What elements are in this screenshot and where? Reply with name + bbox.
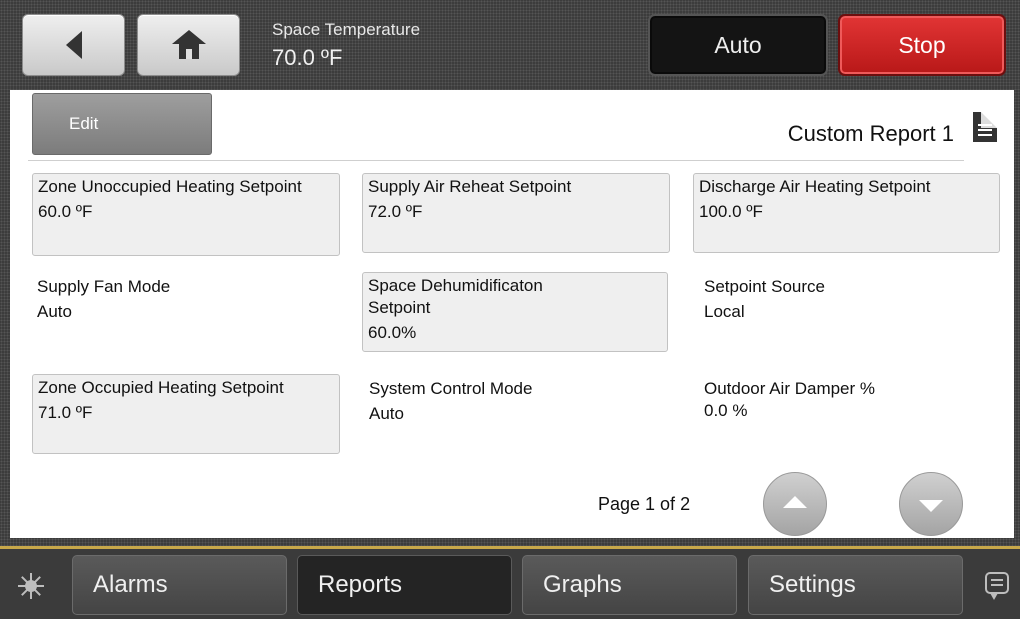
chevron-up-icon xyxy=(783,496,807,508)
edit-button[interactable]: Edit xyxy=(32,93,212,155)
cell-value: Auto xyxy=(369,404,404,423)
stop-button[interactable]: Stop xyxy=(838,14,1006,76)
back-button[interactable] xyxy=(22,14,125,76)
document-icon[interactable] xyxy=(973,112,997,142)
cell-label: System Control Mode xyxy=(369,379,533,398)
page-indicator: Page 1 of 2 xyxy=(598,494,691,514)
back-arrow-icon xyxy=(65,31,82,59)
report-cell-zone-unoccupied-heating-setpoint[interactable]: Zone Unoccupied Heating Setpoint 60.0 ºF xyxy=(32,173,340,256)
mode-button[interactable]: Auto xyxy=(648,14,828,76)
cell-value: 71.0 ºF xyxy=(38,403,93,422)
home-icon xyxy=(171,30,206,60)
report-cell-supply-fan-mode[interactable]: Supply Fan Mode Auto xyxy=(32,274,340,344)
cell-value: 100.0 ºF xyxy=(699,202,763,221)
report-cell-outdoor-air-damper[interactable]: Outdoor Air Damper % 0.0 % xyxy=(699,376,999,446)
chevron-down-icon xyxy=(919,500,943,512)
cell-value: Local xyxy=(704,302,745,321)
chat-icon[interactable] xyxy=(985,572,1009,600)
cell-label: Supply Air Reheat Setpoint xyxy=(368,177,572,196)
bottom-nav: Alarms Reports Graphs Settings xyxy=(0,546,1020,619)
report-panel: Edit Custom Report 1 Zone Unoccupied Hea… xyxy=(10,90,1014,538)
page-down-button[interactable] xyxy=(899,472,963,536)
page-up-button[interactable] xyxy=(763,472,827,536)
tab-graphs[interactable]: Graphs xyxy=(522,555,737,615)
space-temperature-label: Space Temperature xyxy=(272,20,421,39)
top-header: Space Temperature 70.0 ºF Auto Stop xyxy=(0,0,1020,88)
cell-value: 60.0% xyxy=(368,323,417,342)
cell-label: Zone Unoccupied Heating Setpoint xyxy=(38,177,302,196)
report-cell-space-dehumidification-setpoint[interactable]: Space Dehumidificaton Setpoint 60.0% xyxy=(362,272,668,352)
cell-label: Zone Occupied Heating Setpoint xyxy=(38,378,284,397)
cell-value: 60.0 ºF xyxy=(38,202,93,221)
report-cell-zone-occupied-heating-setpoint[interactable]: Zone Occupied Heating Setpoint 71.0 ºF xyxy=(32,374,340,454)
tab-reports[interactable]: Reports xyxy=(297,555,512,615)
report-title: Custom Report 1 xyxy=(787,121,954,146)
report-cell-discharge-air-heating-setpoint[interactable]: Discharge Air Heating Setpoint 100.0 ºF xyxy=(693,173,1000,253)
space-temperature-value: 70.0 ºF xyxy=(272,45,343,70)
cell-label: Setpoint Source xyxy=(704,277,825,296)
cell-label: Discharge Air Heating Setpoint xyxy=(699,177,931,196)
brightness-icon[interactable] xyxy=(18,573,44,599)
cell-value: Auto xyxy=(37,302,72,321)
home-button[interactable] xyxy=(137,14,240,76)
report-cell-system-control-mode[interactable]: System Control Mode Auto xyxy=(364,376,670,446)
report-cell-setpoint-source[interactable]: Setpoint Source Local xyxy=(699,274,999,344)
cell-value: 72.0 ºF xyxy=(368,202,423,221)
tab-alarms[interactable]: Alarms xyxy=(72,555,287,615)
cell-label: Space Dehumidificaton Setpoint xyxy=(368,276,543,317)
cell-value: 0.0 % xyxy=(704,401,748,420)
cell-label: Outdoor Air Damper % xyxy=(704,379,876,398)
tab-settings[interactable]: Settings xyxy=(748,555,963,615)
cell-label: Supply Fan Mode xyxy=(37,277,171,296)
divider xyxy=(28,160,964,161)
report-cell-supply-air-reheat-setpoint[interactable]: Supply Air Reheat Setpoint 72.0 ºF xyxy=(362,173,670,253)
